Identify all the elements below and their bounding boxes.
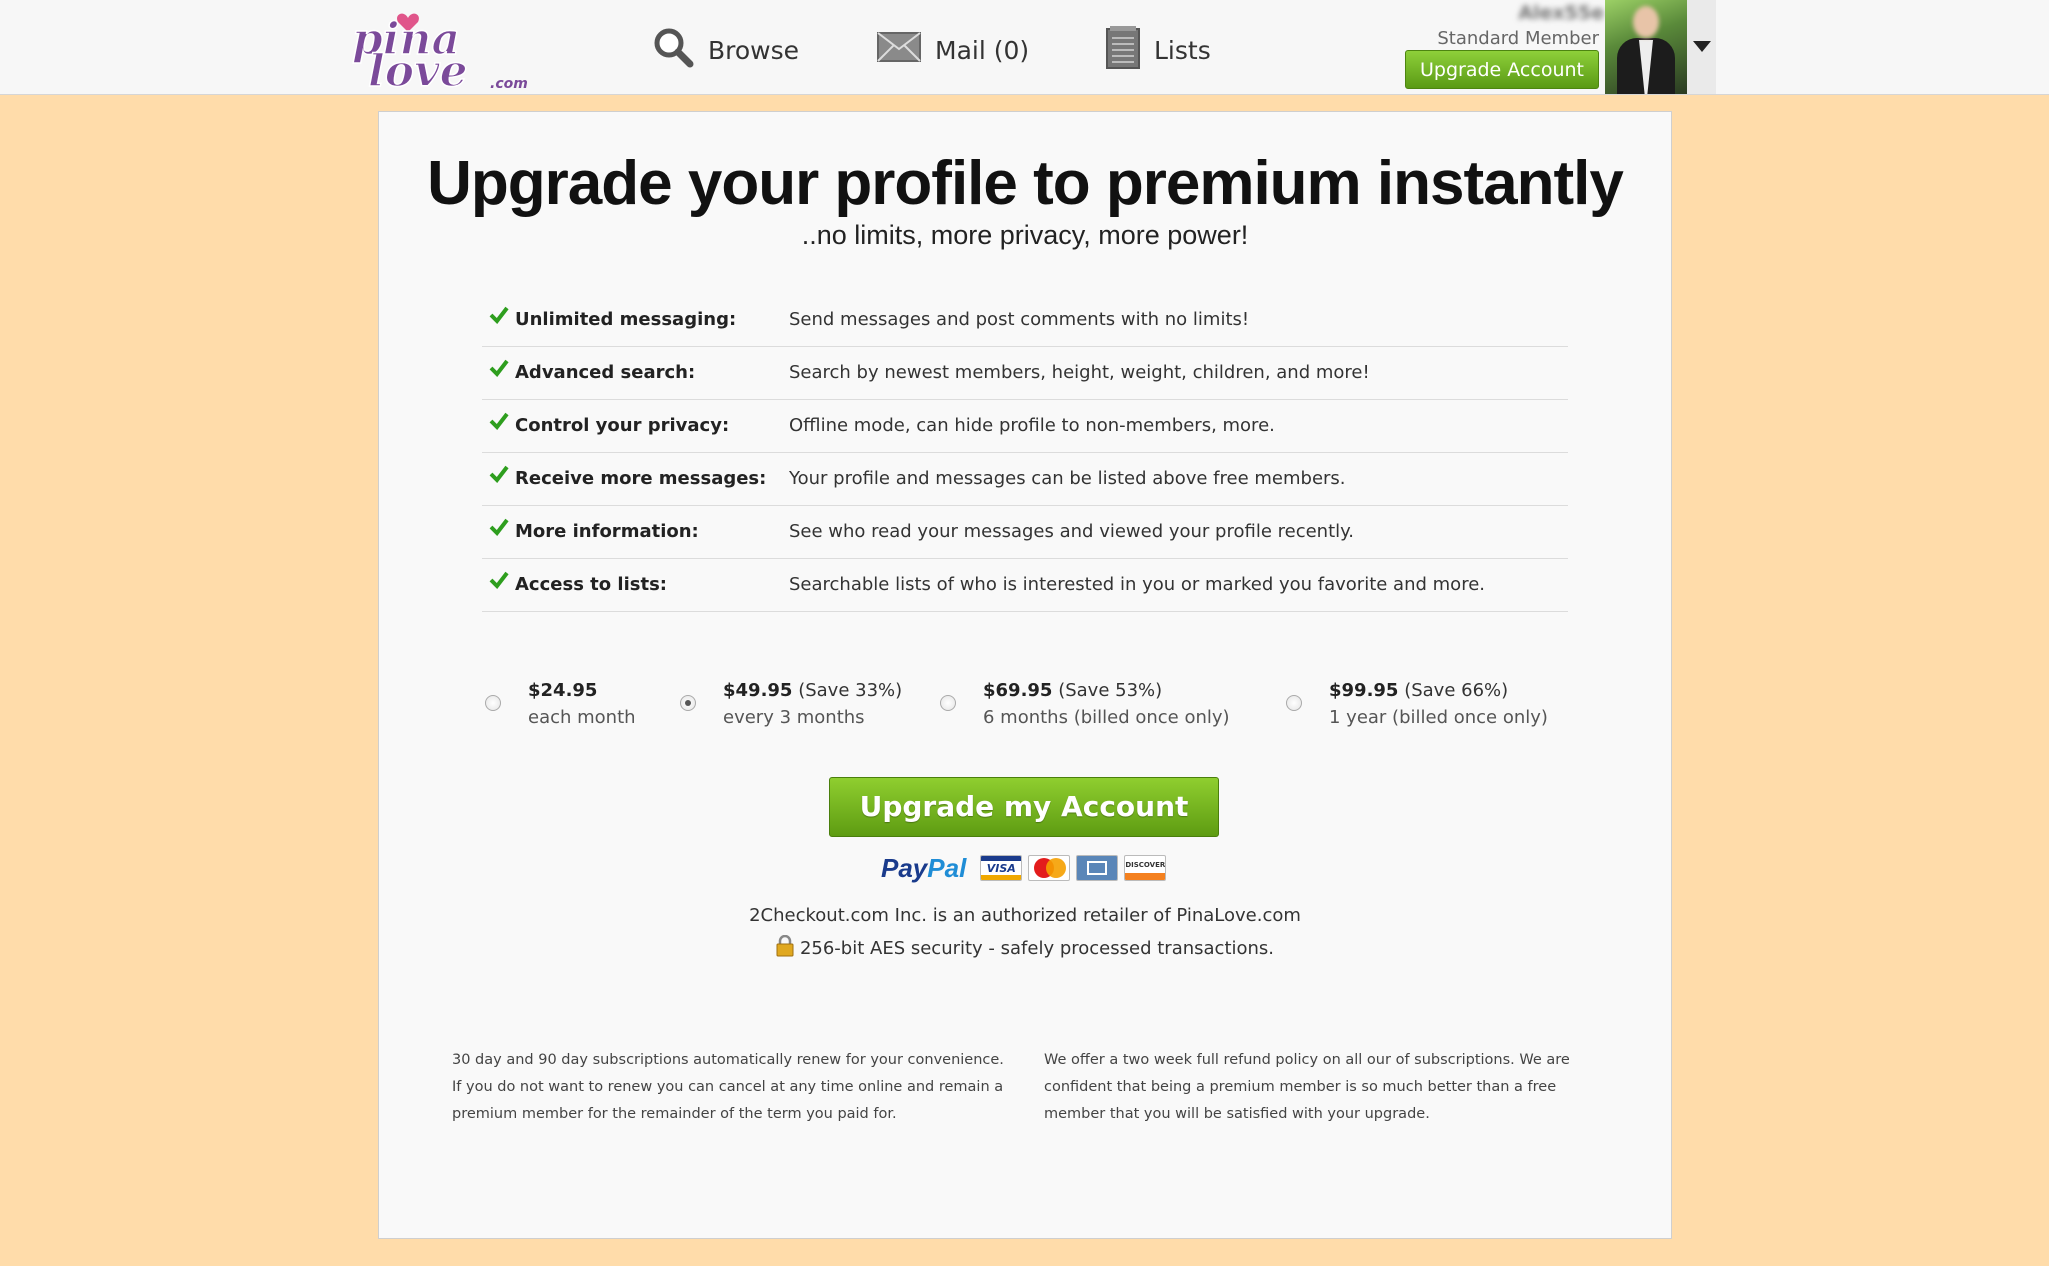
feature-row: Unlimited messaging: Send messages and p…	[482, 294, 1568, 347]
feature-name: Receive more messages:	[515, 468, 767, 489]
feature-row: More information: See who read your mess…	[482, 506, 1568, 559]
feature-name: Unlimited messaging:	[515, 309, 737, 330]
checkmark-icon	[489, 359, 509, 382]
mastercard-icon	[1028, 855, 1071, 881]
upgrade-my-account-button[interactable]: Upgrade my Account	[829, 777, 1219, 837]
plan-price: $69.95	[983, 680, 1053, 701]
nav-mail[interactable]: Mail (0)	[877, 24, 1029, 76]
refund-policy: We offer a two week full refund policy o…	[1044, 1052, 1570, 1122]
svg-text:love: love	[368, 46, 468, 92]
plan-savings: (Save 53%)	[1058, 680, 1163, 701]
svg-text:.com: .com	[490, 76, 528, 92]
feature-description: Send messages and post comments with no …	[789, 309, 1250, 330]
feature-description: Searchable lists of who is interested in…	[789, 574, 1485, 595]
feature-description: Search by newest members, height, weight…	[789, 362, 1370, 383]
feature-name: Access to lists:	[515, 574, 667, 595]
feature-name: Control your privacy:	[515, 415, 730, 436]
security-notice: 256-bit AES security - safely processed …	[379, 934, 1671, 962]
feature-row: Control your privacy: Offline mode, can …	[482, 400, 1568, 453]
renewal-policy: 30 day and 90 day subscriptions automati…	[452, 1052, 1004, 1122]
nav-mail-label: Mail (0)	[935, 35, 1030, 65]
visa-card-icon: VISA	[980, 855, 1023, 881]
search-icon	[652, 26, 694, 74]
checkmark-icon	[489, 571, 509, 594]
plan-term: every 3 months	[723, 707, 865, 728]
feature-row: Access to lists: Searchable lists of who…	[482, 559, 1568, 612]
feature-row: Receive more messages: Your profile and …	[482, 453, 1568, 506]
nav-browse-label: Browse	[708, 35, 800, 65]
discover-card-icon: DISCOVER	[1124, 855, 1167, 881]
retailer-notice: 2Checkout.com Inc. is an authorized reta…	[749, 905, 1301, 926]
checkmark-icon	[489, 306, 509, 329]
feature-list: Unlimited messaging: Send messages and p…	[482, 294, 1568, 612]
feature-row: Advanced search: Search by newest member…	[482, 347, 1568, 400]
nav-lists[interactable]: Lists	[1106, 24, 1211, 76]
feature-description: Your profile and messages can be listed …	[789, 468, 1346, 489]
page-subtitle: ..no limits, more privacy, more power!	[801, 220, 1249, 250]
plan-price: $99.95	[1329, 680, 1399, 701]
plan-term: 6 months (billed once only)	[983, 707, 1230, 728]
feature-description: See who read your messages and viewed yo…	[789, 521, 1354, 542]
nav-lists-label: Lists	[1154, 35, 1211, 65]
plan-radio[interactable]	[680, 695, 696, 711]
notepad-icon	[1106, 25, 1140, 75]
membership-level: Standard Member	[1437, 28, 1599, 49]
plan-options: $24.95 each month $49.95 (Save 33%) ever…	[379, 672, 1671, 732]
feature-description: Offline mode, can hide profile to non-me…	[789, 415, 1275, 436]
user-menu: Alex55e Standard Member Upgrade Account	[1400, 0, 1716, 94]
lock-icon	[776, 934, 794, 962]
security-text: 256-bit AES security - safely processed …	[799, 938, 1275, 959]
plan-price: $49.95	[723, 680, 793, 701]
checkmark-icon	[489, 412, 509, 435]
plan-term: each month	[528, 707, 636, 728]
avatar[interactable]	[1605, 0, 1687, 94]
plan-savings: (Save 66%)	[1404, 680, 1509, 701]
plan-price: $24.95	[528, 680, 598, 701]
amex-card-icon	[1076, 855, 1119, 881]
nav-browse[interactable]: Browse	[652, 24, 799, 76]
paypal-logo: PayPal	[881, 852, 967, 883]
checkmark-icon	[489, 518, 509, 541]
upgrade-panel: Upgrade your profile to premium instantl…	[378, 111, 1672, 1239]
feature-name: More information:	[515, 521, 699, 542]
plan-radio[interactable]	[485, 695, 501, 711]
plan-savings: (Save 33%)	[798, 680, 903, 701]
mail-icon	[877, 32, 921, 68]
top-bar: pina love .com Browse Mail (0) Lists Ale…	[0, 0, 2049, 98]
chevron-down-icon[interactable]	[1687, 0, 1716, 94]
plan-term: 1 year (billed once only)	[1329, 707, 1548, 728]
checkmark-icon	[489, 465, 509, 488]
page-title: Upgrade your profile to premium instantl…	[427, 149, 1624, 218]
upgrade-account-button[interactable]: Upgrade Account	[1405, 50, 1599, 89]
plan-radio[interactable]	[1286, 695, 1302, 711]
plan-radio[interactable]	[940, 695, 956, 711]
feature-name: Advanced search:	[515, 362, 696, 383]
payment-methods: PayPal VISA DISCOVER	[881, 852, 1167, 884]
pinalove-logo[interactable]: pina love .com	[346, 4, 546, 98]
username[interactable]: Alex55e	[1518, 2, 1604, 24]
